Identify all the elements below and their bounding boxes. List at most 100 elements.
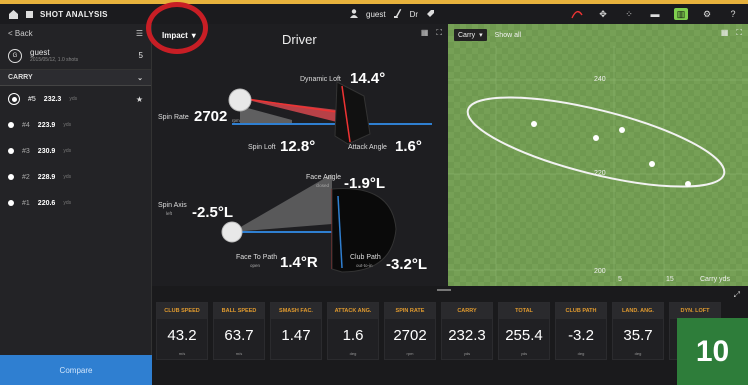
target-icon[interactable]: ✥ bbox=[596, 8, 610, 20]
app-title: SHOT ANALYSIS bbox=[40, 9, 108, 19]
trajectory-icon[interactable] bbox=[570, 8, 584, 20]
shot-dot-icon bbox=[8, 174, 14, 180]
settings-icon[interactable]: ⚙ bbox=[700, 8, 714, 20]
app-menu-icon[interactable] bbox=[8, 9, 18, 19]
shot-number: #5 bbox=[28, 95, 36, 103]
shot-unit: yds bbox=[63, 148, 72, 154]
shot-dot bbox=[649, 161, 655, 167]
show-all-toggle[interactable]: Show all bbox=[495, 32, 521, 39]
metric-card[interactable]: CARRY 232.3 yds bbox=[441, 302, 493, 360]
face-to-path-label: Face To Path bbox=[236, 254, 278, 261]
shot-dot bbox=[593, 135, 599, 141]
spin-rate-value: 2702 bbox=[194, 108, 228, 125]
shot-carry-value: 220.6 bbox=[37, 199, 56, 207]
shot-list-item[interactable]: #3 230.9 yds bbox=[0, 138, 151, 164]
shot-list: #5 232.3 yds ★ #4 223.9 yds #3 230.9 yds #2 228.9 yd… bbox=[0, 86, 151, 216]
shot-list-item[interactable]: #5 232.3 yds ★ bbox=[0, 86, 151, 112]
club-icon bbox=[393, 8, 402, 20]
grid-view-icon[interactable]: ▦ bbox=[721, 28, 729, 38]
dispersion-graphics bbox=[448, 24, 748, 286]
tag-icon[interactable] bbox=[426, 9, 435, 20]
session-user-sub: 2015/05/12, 1.0 shots bbox=[30, 57, 79, 63]
club-path-value: -3.2°L bbox=[386, 256, 428, 273]
home-icon[interactable] bbox=[24, 9, 34, 19]
metric-card[interactable]: CLUB PATH -3.2 deg bbox=[555, 302, 607, 360]
driver-head-side bbox=[334, 81, 371, 145]
session-shot-count: 5 bbox=[138, 51, 143, 60]
metric-unit: rpm bbox=[406, 351, 414, 356]
shot-carry-value: 223.9 bbox=[37, 121, 56, 129]
metric-label: TOTAL bbox=[499, 303, 549, 319]
expand-icon[interactable]: ⤢ bbox=[734, 290, 740, 300]
metric-card[interactable]: ATTACK ANG. 1.6 deg bbox=[327, 302, 379, 360]
shot-number: #2 bbox=[22, 173, 30, 181]
shot-carry-value: 230.9 bbox=[37, 147, 56, 155]
attack-angle-label: Attack Angle bbox=[348, 144, 387, 151]
spin-loft-label: Spin Loft bbox=[248, 144, 276, 151]
spin-axis-sub: left bbox=[166, 211, 173, 216]
x-tick: 5 bbox=[618, 276, 622, 283]
club-name[interactable]: Dr bbox=[410, 10, 418, 19]
metric-card[interactable]: LAND. ANG. 35.7 deg bbox=[612, 302, 664, 360]
top-bar: SHOT ANALYSIS guest Dr ✥ ⁘ ▬ ▥ ⚙ ? bbox=[0, 4, 748, 24]
list-menu-icon[interactable]: ☰ bbox=[136, 29, 143, 38]
caret-down-icon: ▾ bbox=[479, 32, 483, 39]
club-path-sub: out-to-in bbox=[356, 263, 373, 268]
metric-label: LAND. ANG. bbox=[613, 303, 663, 319]
help-icon[interactable]: ? bbox=[726, 8, 740, 20]
dispersion-panel: Carry ▾ Show all ▦ ⛶ 240 220 200 5 15 Ca… bbox=[448, 24, 748, 286]
metric-card[interactable]: TOTAL 255.4 yds bbox=[498, 302, 550, 360]
player-name[interactable]: guest bbox=[366, 10, 386, 19]
sidebar-header: < Back ☰ bbox=[0, 24, 151, 42]
ball-side bbox=[228, 88, 252, 112]
drag-handle[interactable] bbox=[437, 289, 451, 291]
sort-selector[interactable]: CARRY ⌄ bbox=[0, 70, 151, 86]
shot-unit: yds bbox=[63, 174, 72, 180]
chevron-down-icon: ⌄ bbox=[137, 74, 143, 82]
metric-card[interactable]: SPIN RATE 2702 rpm bbox=[384, 302, 436, 360]
compare-button[interactable]: Compare bbox=[0, 355, 152, 385]
sort-label: CARRY bbox=[8, 74, 33, 81]
shot-list-item[interactable]: #2 228.9 yds bbox=[0, 164, 151, 190]
minus-icon[interactable]: ▬ bbox=[648, 8, 662, 20]
spin-rate-label: Spin Rate bbox=[158, 114, 189, 121]
dynamic-loft-value: 14.4° bbox=[350, 70, 386, 87]
metrics-drag-bar[interactable] bbox=[152, 286, 748, 296]
fullscreen-icon[interactable]: ⛶ bbox=[736, 28, 742, 38]
shot-dot-icon bbox=[8, 122, 14, 128]
shot-list-item[interactable]: #1 220.6 yds bbox=[0, 190, 151, 216]
axis-unit: Carry yds bbox=[700, 276, 730, 283]
metric-label: CLUB PATH bbox=[556, 303, 606, 319]
metric-label: DYN. LOFT bbox=[670, 303, 720, 319]
metric-value: 43.2 bbox=[167, 326, 197, 344]
grid-icon[interactable]: ⁘ bbox=[622, 8, 636, 20]
metrics-panel: ⤢ CLUB SPEED 43.2 m/s BALL SPEED 63.7 m/s SMAS… bbox=[152, 286, 748, 385]
shot-list-item[interactable]: #4 223.9 yds bbox=[0, 112, 151, 138]
metric-unit: m/s bbox=[178, 351, 186, 356]
metric-dropdown-label: Carry bbox=[458, 31, 476, 39]
metric-label: SPIN RATE bbox=[385, 303, 435, 319]
session-user-name: guest bbox=[30, 48, 50, 57]
star-icon[interactable]: ★ bbox=[136, 95, 143, 104]
attack-angle-value: 1.6° bbox=[395, 138, 422, 155]
shot-dot-icon bbox=[8, 148, 14, 154]
y-tick: 240 bbox=[594, 76, 606, 83]
metric-value: 1.47 bbox=[281, 326, 311, 344]
metric-card[interactable]: SMASH FAC. 1.47 bbox=[270, 302, 322, 360]
face-angle-sub: closed bbox=[316, 183, 330, 188]
y-tick: 220 bbox=[594, 170, 606, 177]
metric-dropdown[interactable]: Carry ▾ bbox=[454, 29, 487, 41]
metric-label: ATTACK ANG. bbox=[328, 303, 378, 319]
layout-icon[interactable]: ▥ bbox=[674, 8, 688, 20]
metric-card[interactable]: CLUB SPEED 43.2 m/s bbox=[156, 302, 208, 360]
metric-value: -3.2 bbox=[568, 326, 594, 344]
shot-number: #4 bbox=[22, 121, 30, 129]
ball-top bbox=[221, 221, 243, 243]
metric-value: 232.3 bbox=[448, 326, 486, 344]
session-user[interactable]: G guest 2015/05/12, 1.0 shots 5 bbox=[0, 42, 151, 70]
shot-carry-value: 232.3 bbox=[43, 95, 62, 103]
metric-card[interactable]: BALL SPEED 63.7 m/s bbox=[213, 302, 265, 360]
metric-value: 35.7 bbox=[623, 326, 653, 344]
back-button[interactable]: < Back bbox=[8, 29, 33, 38]
metric-label: CLUB SPEED bbox=[157, 303, 207, 319]
